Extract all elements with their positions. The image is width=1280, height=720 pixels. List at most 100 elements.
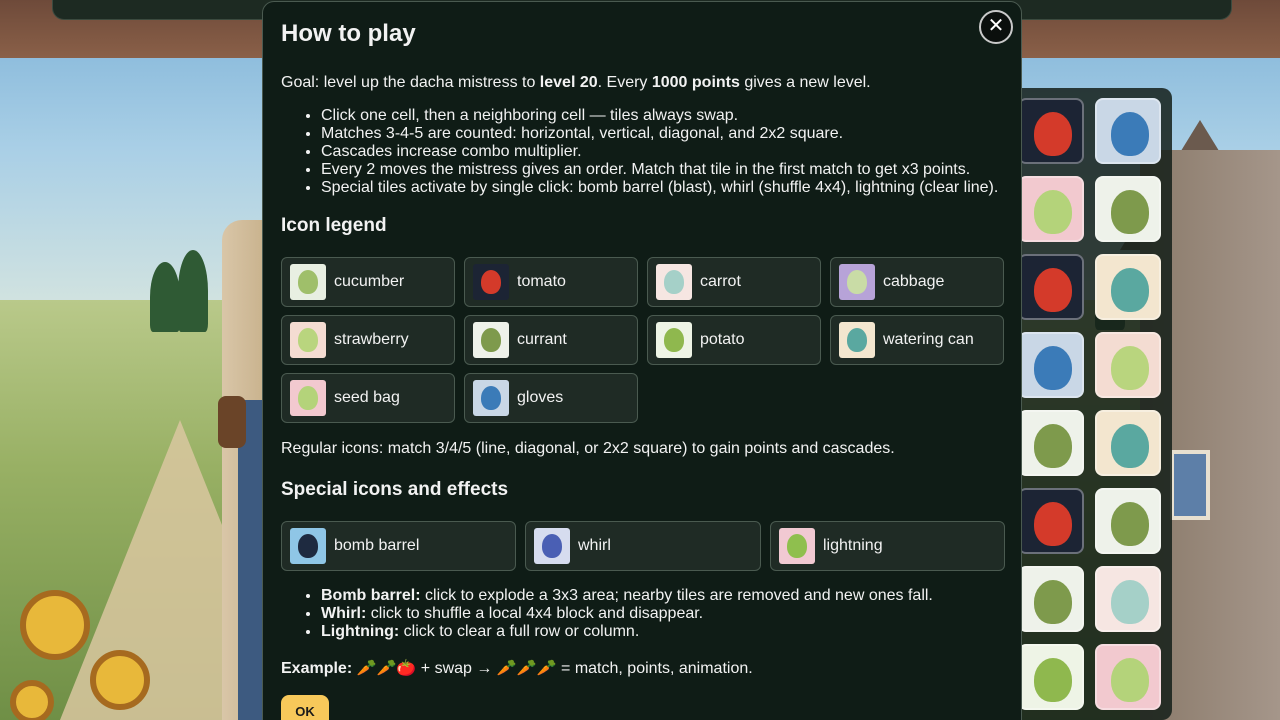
legend-chip-potato: potato [647,315,821,365]
icon-shape [298,386,318,410]
effect-item: Whirl: click to shuffle a local 4x4 bloc… [321,605,1003,623]
tile-shape [1111,424,1149,468]
rule-item: Every 2 moves the mistress gives an orde… [321,161,1003,179]
seed-bag-icon[interactable] [1018,176,1084,242]
legend-chip-watering-can: watering can [830,315,1004,365]
tile-shape [1034,424,1072,468]
bomb-barrel-icon [290,528,326,564]
legend-chip-label: cucumber [334,273,405,290]
legend-chip-label: lightning [823,537,883,554]
watering-can-icon[interactable] [1095,254,1161,320]
goal-level: level 20 [539,74,598,91]
legend-chip-label: bomb barrel [334,537,420,554]
legend-chip-currant: currant [464,315,638,365]
tile-shape [1034,346,1072,390]
legend-chip-cabbage: cabbage [830,257,1004,307]
currant-icon[interactable] [1095,488,1161,554]
tile-shape [1111,658,1149,702]
house-window [1170,450,1210,520]
tile-shape [1111,268,1149,312]
regular-icons-text: Regular icons: match 3/4/5 (line, diagon… [281,440,895,457]
goal-text: Goal: level up the dacha mistress to lev… [281,74,1003,92]
tile-shape [1111,112,1149,156]
how-to-play-dialog: ✕ How to play Goal: level up the dacha m… [262,1,1022,720]
currant-icon[interactable] [1018,566,1084,632]
sunflower [10,680,54,720]
tomato-icon[interactable] [1018,488,1084,554]
legend-chip-label: watering can [883,331,974,348]
effect-item: Bomb barrel: click to explode a 3x3 area… [321,587,1003,605]
game-board [1010,88,1172,720]
legend-chip-carrot: carrot [647,257,821,307]
effect-text: click to clear a full row or column. [399,623,640,640]
legend-chip-label: whirl [578,537,611,554]
legend-chip-label: seed bag [334,389,400,406]
goal-middle: . Every [597,74,652,91]
effect-text: click to explode a 3x3 area; nearby tile… [420,587,933,604]
tree [150,262,180,332]
gloves-icon[interactable] [1095,98,1161,164]
gloves-icon [473,380,509,416]
potato-icon [656,322,692,358]
example-body: 🥕🥕🍅 + swap → 🥕🥕🥕 = match, points, animat… [352,660,753,677]
legend-chip-label: potato [700,331,745,348]
legend-chip-gloves: gloves [464,373,638,423]
icon-shape [542,534,562,558]
effects-list: Bomb barrel: click to explode a 3x3 area… [321,587,1003,641]
tomato-icon[interactable] [1018,98,1084,164]
icon-shape [481,270,501,294]
gloves-icon[interactable] [1018,332,1084,398]
tile-shape [1034,112,1072,156]
goal-prefix: Goal: level up the dacha mistress to [281,74,540,91]
legend-chip-strawberry: strawberry [281,315,455,365]
icon-shape [847,270,867,294]
carrot-icon [656,264,692,300]
dialog-title: How to play [281,20,416,47]
icon-shape [847,328,867,352]
sunflower [90,650,150,710]
seed-bag-icon [290,380,326,416]
carrot-icon[interactable] [1095,566,1161,632]
rule-item: Special tiles activate by single click: … [321,179,1003,197]
rules-list: Click one cell, then a neighboring cell … [321,107,1003,197]
special-heading: Special icons and effects [281,479,509,500]
ok-button[interactable]: OK [281,695,329,720]
goal-points: 1000 points [651,74,740,91]
tile-shape [1034,658,1072,702]
icon-shape [298,328,318,352]
currant-icon[interactable] [1095,176,1161,242]
goal-suffix: gives a new level. [739,74,871,91]
legend-chip-label: gloves [517,389,564,406]
cabbage-icon [839,264,875,300]
close-button[interactable]: ✕ [979,10,1013,44]
cucumber-icon [290,264,326,300]
icon-shape [298,270,318,294]
icon-legend: cucumber tomato carrot cabbage strawberry cur… [281,257,1004,423]
tile-shape [1111,502,1149,546]
example-text: Example: 🥕🥕🍅 + swap → 🥕🥕🥕 = match, point… [281,658,1003,678]
legend-chip-bomb-barrel: bomb barrel [281,521,516,571]
sunflower [20,590,90,660]
special-icons: bomb barrel whirl lightning [281,521,1005,571]
lightning-icon [779,528,815,564]
icon-shape [664,270,684,294]
effect-name: Bomb barrel: [321,587,421,604]
strawberry-icon[interactable] [1095,332,1161,398]
tree [178,250,208,332]
rule-item: Cascades increase combo multiplier. [321,143,1003,161]
currant-icon[interactable] [1018,410,1084,476]
watering-can-icon[interactable] [1095,410,1161,476]
effect-name: Whirl: [321,605,367,622]
legend-chip-label: currant [517,331,567,348]
watering-can-icon [839,322,875,358]
strawberry-icon [290,322,326,358]
tile-shape [1034,502,1072,546]
example-label: Example: [281,660,353,677]
icon-shape [664,328,684,352]
potato-icon[interactable] [1018,644,1084,710]
rule-item: Matches 3-4-5 are counted: horizontal, v… [321,125,1003,143]
icon-shape [481,328,501,352]
tomato-icon[interactable] [1018,254,1084,320]
seed-bag-icon[interactable] [1095,644,1161,710]
legend-chip-cucumber: cucumber [281,257,455,307]
